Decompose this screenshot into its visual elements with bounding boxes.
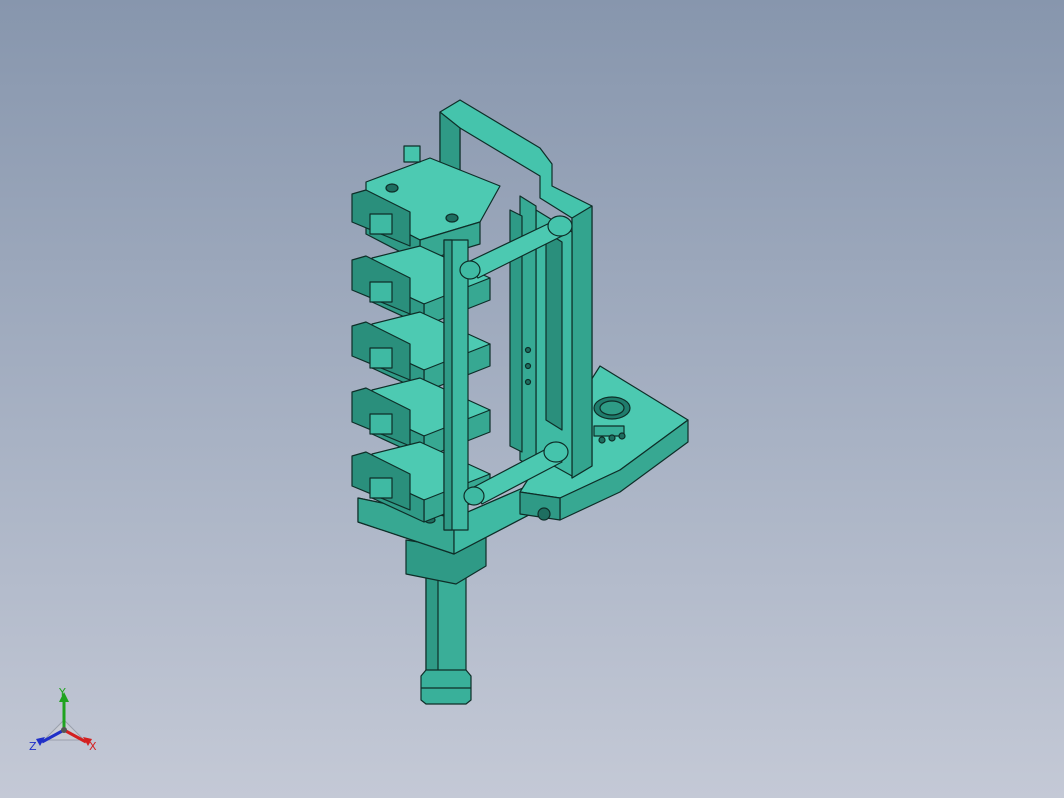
graphics-viewport[interactable]: Y X Z bbox=[0, 0, 1064, 798]
cad-assembly-model[interactable] bbox=[0, 0, 1064, 798]
triad-z-label: Z bbox=[29, 740, 37, 753]
triad-x-label: X bbox=[89, 740, 97, 753]
bottom-shaft bbox=[420, 571, 472, 705]
coordinate-triad: Y X Z bbox=[26, 684, 106, 756]
triad-y-label: Y bbox=[59, 686, 66, 699]
center-column bbox=[443, 239, 469, 531]
gripper-module-1 bbox=[351, 145, 501, 263]
